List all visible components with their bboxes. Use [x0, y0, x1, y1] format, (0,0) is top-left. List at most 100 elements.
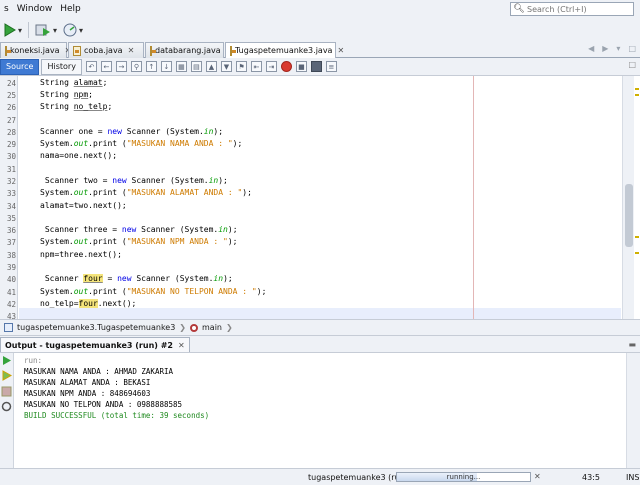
show-opened-documents-icon[interactable]: ▾ — [616, 44, 620, 53]
warning-mark[interactable] — [635, 94, 639, 96]
caret-position: 43:5 — [582, 473, 600, 482]
toggle-bookmark-icon[interactable]: ⚑ — [235, 61, 247, 72]
minimize-icon[interactable]: ▬ — [628, 340, 636, 349]
find-next-icon[interactable]: ↓ — [160, 61, 172, 72]
last-edit-icon[interactable]: ↶ — [85, 61, 97, 72]
scrollbar-thumb[interactable] — [625, 184, 633, 247]
editor-vertical-scrollbar[interactable] — [622, 76, 634, 319]
output-window-header: Output - tugaspetemuanke3 (run) #2 ✕ ▬ — [0, 337, 640, 353]
breadcrumb-class[interactable]: tugaspetemuanke3.Tugaspetemuanke3 — [17, 323, 175, 332]
profile-icon — [63, 23, 77, 37]
editor-tab-bar: koneksi.java ✕ coba.java ✕ databarang.ja… — [0, 42, 640, 58]
search-input[interactable] — [527, 4, 633, 14]
menu-item-window[interactable]: Window — [13, 4, 57, 14]
next-bookmark-icon[interactable]: ▼ — [220, 61, 232, 72]
tab-label: koneksi.java — [10, 46, 60, 55]
chevron-down-icon[interactable]: ▾ — [18, 26, 22, 35]
code-line: String alamat; — [40, 78, 108, 87]
profile-project-button[interactable]: ▾ — [61, 21, 85, 39]
status-bar: tugaspetemuanke3 (run) running... ✕ 43:5… — [0, 468, 640, 485]
stop-icon[interactable] — [1, 386, 12, 397]
tab-navigation: ◀ ▶ ▾ □ — [588, 44, 636, 53]
code-line: System.out.print ("MASUKAN NPM ANDA : ")… — [40, 237, 238, 246]
scroll-right-icon[interactable]: ▶ — [602, 44, 608, 53]
main-toolbar: ▾ ▾ ▾ — [0, 18, 640, 42]
code-line: String npm; — [40, 90, 93, 99]
scroll-left-icon[interactable]: ◀ — [588, 44, 594, 53]
cancel-process-icon[interactable]: ✕ — [534, 472, 541, 481]
code-line: npm=three.next(); — [40, 250, 122, 259]
debug-icon — [35, 24, 51, 36]
warning-mark[interactable] — [635, 236, 639, 238]
progress-label: running... — [446, 473, 481, 481]
code-line: System.out.print ("MASUKAN NO TELPON AND… — [40, 287, 267, 296]
back-icon[interactable]: ← — [100, 61, 112, 72]
run-icon — [4, 23, 16, 37]
chart-icon[interactable] — [310, 61, 322, 72]
run-project-button[interactable]: ▾ — [2, 21, 24, 39]
breadcrumb-separator-icon: ❯ — [179, 323, 186, 332]
tab-label: Tugaspetemuanke3.java — [235, 46, 333, 55]
history-view-tab[interactable]: History — [41, 58, 82, 75]
toggle-comment-icon[interactable]: ≡ — [325, 61, 337, 72]
tab-databarang[interactable]: databarang.java ✕ — [145, 42, 232, 58]
close-icon[interactable]: ✕ — [337, 46, 344, 55]
line-number: 29 — [6, 140, 16, 149]
output-vertical-scrollbar[interactable] — [626, 353, 640, 468]
code-line: System.out.print ("MASUKAN ALAMAT ANDA :… — [40, 188, 252, 197]
chevron-down-icon[interactable]: ▾ — [79, 26, 83, 35]
code-line: System.out.print ("MASUKAN NAMA ANDA : "… — [40, 139, 243, 148]
find-previous-icon[interactable]: ↑ — [145, 61, 157, 72]
toggle-highlight-icon[interactable]: ▤ — [190, 61, 202, 72]
java-file-icon — [150, 45, 156, 56]
output-console[interactable]: run: MASUKAN NAMA ANDA : AHMAD ZAKARIA M… — [14, 353, 626, 468]
line-number: 42 — [6, 300, 16, 309]
output-tab[interactable]: Output - tugaspetemuanke3 (run) #2 ✕ — [0, 337, 190, 352]
shift-left-icon[interactable]: ⇤ — [250, 61, 262, 72]
find-selection-icon[interactable]: ▦ — [175, 61, 187, 72]
menu-item-tools[interactable]: s — [0, 4, 13, 14]
maximize-icon[interactable]: □ — [628, 44, 636, 53]
breadcrumb-method[interactable]: main — [202, 323, 222, 332]
previous-bookmark-icon[interactable]: ▲ — [205, 61, 217, 72]
search-box[interactable]: 🔍︎ — [510, 2, 634, 16]
debug-project-button[interactable]: ▾ — [33, 21, 59, 39]
tab-coba[interactable]: coba.java ✕ — [68, 42, 144, 58]
line-number-gutter: 24 25 26 27 28 29 30 31 32 33 34 35 36 3… — [0, 76, 18, 319]
code-editor[interactable]: 24 25 26 27 28 29 30 31 32 33 34 35 36 3… — [0, 76, 640, 319]
breadcrumb: tugaspetemuanke3.Tugaspetemuanke3 ❯ main… — [0, 319, 640, 336]
find-icon[interactable]: ⚲ — [130, 61, 142, 72]
rerun-icon[interactable] — [1, 355, 12, 366]
menu-item-help[interactable]: Help — [56, 4, 85, 14]
line-number: 41 — [6, 288, 16, 297]
tab-koneksi[interactable]: koneksi.java ✕ — [0, 42, 71, 58]
line-number: 25 — [6, 91, 16, 100]
settings-icon[interactable] — [1, 401, 12, 412]
class-icon — [4, 323, 13, 332]
output-window-controls: ▬ — [628, 340, 636, 349]
start-macro-recording-icon[interactable] — [280, 61, 292, 72]
line-number: 37 — [6, 238, 16, 247]
rerun-with-params-icon[interactable] — [1, 370, 12, 381]
warning-mark[interactable] — [635, 252, 639, 254]
forward-icon[interactable]: → — [115, 61, 127, 72]
chevron-down-icon[interactable]: ▾ — [53, 26, 57, 35]
split-icon[interactable]: □ — [628, 60, 636, 69]
search-icon: 🔍︎ — [513, 4, 525, 14]
code-line: Scanner four = new Scanner (System.in); — [40, 274, 233, 283]
output-line: MASUKAN ALAMAT ANDA : BEKASI — [24, 378, 151, 387]
tab-label: coba.java — [84, 46, 123, 55]
output-line: MASUKAN NPM ANDA : 848694603 — [24, 389, 151, 398]
toolbar-separator — [28, 22, 30, 38]
source-view-tab[interactable]: Source — [0, 58, 40, 75]
ide-window: s Window Help 🔍︎ ▾ ▾ ▾ koneksi.java ✕ — [0, 0, 640, 485]
stop-macro-recording-icon[interactable]: ■ — [295, 61, 307, 72]
line-number: 35 — [6, 214, 16, 223]
output-line: MASUKAN NAMA ANDA : AHMAD ZAKARIA — [24, 367, 174, 376]
close-icon[interactable]: ✕ — [178, 341, 185, 350]
close-icon[interactable]: ✕ — [128, 46, 135, 55]
progress-bar[interactable]: running... — [396, 472, 531, 482]
warning-mark[interactable] — [635, 88, 639, 90]
shift-right-icon[interactable]: ⇥ — [265, 61, 277, 72]
tab-tugaspetemuanke3[interactable]: Tugaspetemuanke3.java ✕ — [225, 42, 344, 58]
